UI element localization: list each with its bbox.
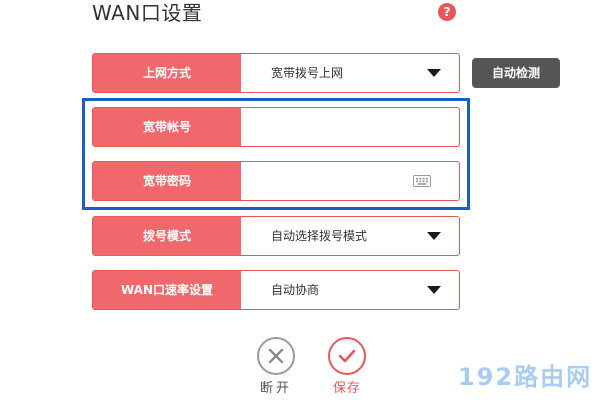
account-input[interactable]	[243, 110, 447, 144]
checkmark-icon[interactable]	[328, 337, 366, 375]
connection-type-label: 上网方式	[93, 54, 241, 92]
disconnect-label: 断开	[259, 381, 292, 396]
dial-mode-label: 拨号模式	[93, 217, 241, 255]
wan-settings-page: WAN口设置 ? 上网方式 宽带拨号上网 自动检测 宽带帐号 宽带密码 拨号模式	[0, 0, 600, 400]
save-label: 保存	[332, 381, 361, 396]
wan-speed-select[interactable]: WAN口速率设置 自动协商	[92, 270, 460, 310]
help-icon[interactable]: ?	[438, 3, 456, 21]
password-row: 宽带密码	[92, 161, 460, 201]
connection-type-select[interactable]: 上网方式 宽带拨号上网	[92, 53, 460, 93]
chevron-down-icon[interactable]	[427, 232, 441, 240]
page-title: WAN口设置	[92, 1, 203, 25]
wan-speed-value: 自动协商	[271, 283, 320, 297]
password-label: 宽带密码	[93, 162, 241, 200]
chevron-down-icon[interactable]	[427, 286, 441, 294]
close-icon[interactable]	[257, 337, 295, 375]
dial-mode-value: 自动选择拨号模式	[271, 229, 368, 243]
chevron-down-icon[interactable]	[427, 69, 441, 77]
auto-detect-button[interactable]: 自动检测	[472, 58, 560, 88]
dial-mode-select[interactable]: 拨号模式 自动选择拨号模式	[92, 216, 460, 256]
account-label: 宽带帐号	[93, 108, 241, 146]
watermark-text: 192路由网	[458, 363, 593, 391]
disconnect-button[interactable]: 断开	[254, 337, 298, 397]
keyboard-icon[interactable]	[413, 175, 431, 187]
connection-type-value: 宽带拨号上网	[271, 66, 344, 80]
wan-speed-label: WAN口速率设置	[93, 271, 241, 309]
account-row: 宽带帐号	[92, 107, 460, 147]
save-button[interactable]: 保存	[325, 337, 369, 397]
